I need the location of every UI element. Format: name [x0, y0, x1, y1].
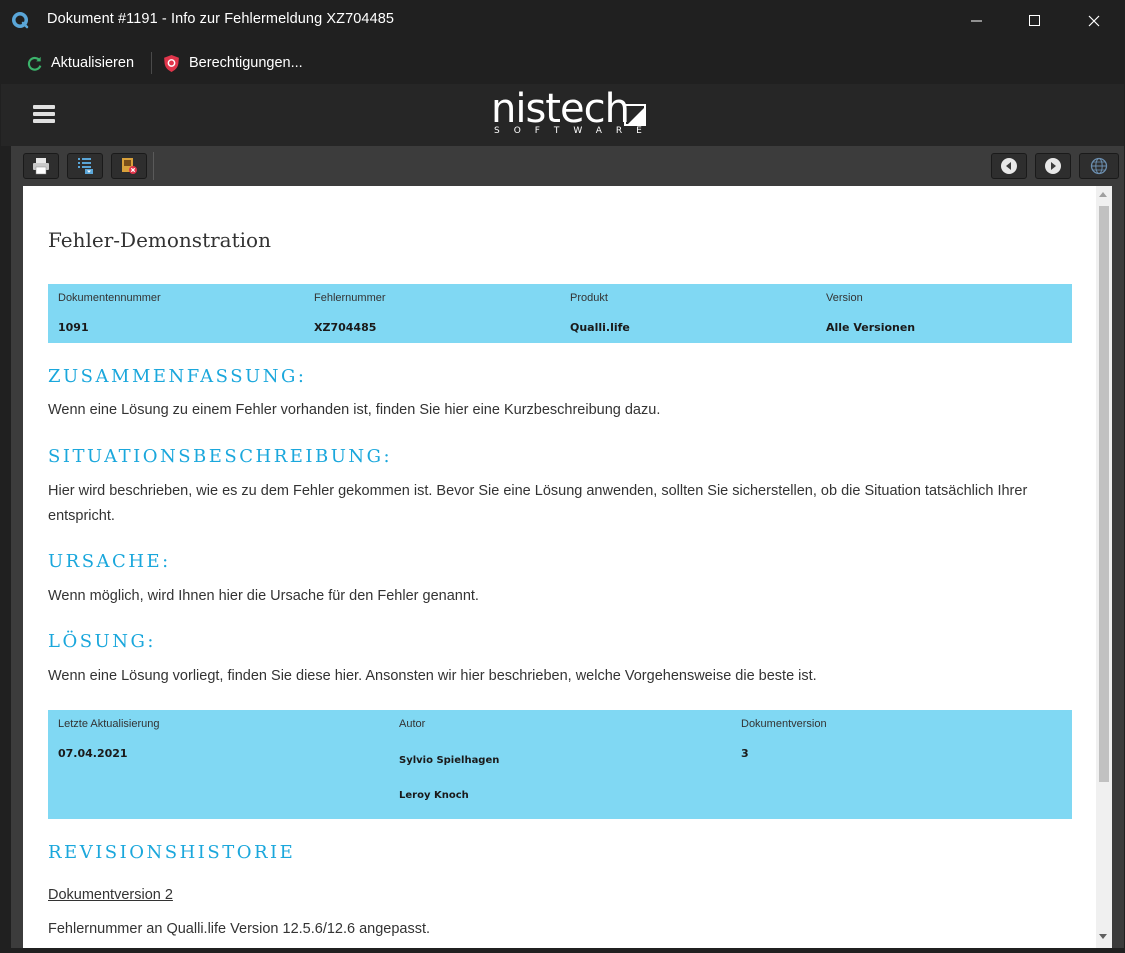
maximize-button[interactable] — [1006, 0, 1064, 42]
logo-square-icon — [624, 104, 646, 126]
docversion-cell: Dokumentversion — [741, 718, 827, 730]
toolbar-separator — [153, 152, 154, 180]
document-title: Fehler-Demonstration — [48, 228, 271, 252]
version-label: Version — [826, 292, 863, 304]
author-2: Leroy Knoch — [399, 790, 469, 801]
list-dropdown-icon — [78, 158, 93, 174]
app-header: nistech SOFTWARE — [1, 84, 1124, 146]
doc-number-value-cell: 1091 — [58, 321, 89, 334]
author-label: Autor — [399, 718, 426, 730]
document-info-box: Dokumentennummer 1091 Fehlernummer XZ704… — [48, 284, 1072, 343]
title-bar: Dokument #1191 - Info zur Fehlermeldung … — [0, 0, 1125, 42]
close-button[interactable] — [1065, 0, 1123, 42]
author-cell: Autor — [399, 718, 425, 730]
logo-subtitle: SOFTWARE — [494, 126, 656, 136]
scroll-up-icon[interactable] — [1099, 192, 1107, 197]
version-value-cell: Alle Versionen — [826, 321, 915, 334]
refresh-button[interactable]: Aktualisieren — [26, 50, 134, 76]
cause-heading: URSACHE: — [48, 551, 171, 572]
menu-icon[interactable] — [33, 105, 55, 123]
error-number-label: Fehlernummer — [314, 292, 386, 304]
solution-text: Wenn eine Lösung vorliegt, finden Sie di… — [48, 668, 817, 684]
error-number-cell: Fehlernummer — [314, 292, 386, 304]
docversion-label: Dokumentversion — [741, 718, 827, 730]
minimize-icon — [971, 20, 982, 22]
window-title: Dokument #1191 - Info zur Fehlermeldung … — [47, 11, 395, 27]
version-value: Alle Versionen — [826, 321, 916, 334]
logo: nistech SOFTWARE — [491, 86, 651, 144]
revision-info-box: Letzte Aktualisierung 07.04.2021 Autor S… — [48, 710, 1072, 819]
product-label: Produkt — [570, 292, 608, 304]
shield-icon — [164, 54, 179, 72]
close-document-button[interactable] — [111, 153, 147, 179]
revision-version-link[interactable]: Dokumentversion 2 — [48, 883, 173, 908]
doc-number-cell: Dokumentennummer — [58, 292, 161, 304]
forward-icon — [1045, 158, 1061, 174]
solution-heading: LÖSUNG: — [48, 631, 156, 652]
close-document-icon — [122, 158, 137, 174]
author-1-cell: Sylvio Spielhagen — [399, 755, 499, 766]
situation-text: Hier wird beschrieben, wie es zu dem Feh… — [48, 483, 1028, 524]
scroll-down-icon[interactable] — [1099, 934, 1107, 939]
forward-button[interactable] — [1035, 153, 1071, 179]
minimize-button[interactable] — [948, 0, 1006, 42]
command-separator — [151, 52, 152, 74]
document-view[interactable]: Fehler-Demonstration Dokumentennummer 10… — [23, 186, 1096, 948]
cause-text: Wenn möglich, wird Ihnen hier die Ursach… — [48, 588, 479, 604]
print-button[interactable] — [23, 153, 59, 179]
summary-heading: ZUSAMMENFASSUNG: — [48, 366, 307, 387]
permissions-button[interactable]: Berechtigungen... — [162, 50, 303, 76]
maximize-icon — [1029, 15, 1040, 26]
revision-heading: REVISIONSHISTORIE — [48, 842, 296, 863]
back-icon — [1001, 158, 1017, 174]
vertical-scrollbar[interactable] — [1096, 186, 1112, 948]
permissions-label: Berechtigungen... — [189, 55, 303, 71]
updated-cell: Letzte Aktualisierung — [58, 718, 160, 730]
refresh-icon — [27, 56, 42, 71]
list-button[interactable] — [67, 153, 103, 179]
product-value-cell: Qualli.life — [570, 321, 630, 334]
print-icon — [33, 158, 49, 175]
updated-value-cell: 07.04.2021 — [58, 747, 128, 760]
doc-number-value: 1091 — [58, 321, 89, 334]
summary-text: Wenn eine Lösung zu einem Fehler vorhand… — [48, 402, 661, 418]
updated-value: 07.04.2021 — [58, 747, 128, 760]
author-2-cell: Leroy Knoch — [399, 790, 469, 801]
document-frame: Fehler-Demonstration Dokumentennummer 10… — [11, 186, 1124, 948]
doc-number-label: Dokumentennummer — [58, 292, 161, 304]
revision-note: Fehlernummer an Qualli.life Version 12.5… — [48, 921, 431, 937]
product-cell: Produkt — [570, 292, 608, 304]
back-button[interactable] — [991, 153, 1027, 179]
web-button[interactable] — [1079, 153, 1119, 179]
app-icon — [12, 12, 29, 29]
close-icon — [1088, 15, 1100, 27]
error-number-value-cell: XZ704485 — [314, 321, 376, 334]
globe-icon — [1090, 157, 1108, 175]
author-1: Sylvio Spielhagen — [399, 755, 500, 766]
product-value: Qualli.life — [570, 321, 630, 334]
docversion-value: 3 — [741, 747, 749, 760]
docversion-value-cell: 3 — [741, 747, 749, 760]
version-cell: Version — [826, 292, 863, 304]
document-toolbar — [11, 146, 1124, 186]
scroll-thumb[interactable] — [1099, 206, 1109, 782]
refresh-label: Aktualisieren — [51, 55, 135, 71]
error-number-value: XZ704485 — [314, 321, 377, 334]
updated-label: Letzte Aktualisierung — [58, 718, 160, 730]
command-bar: Aktualisieren Berechtigungen... — [0, 42, 1125, 84]
situation-heading: SITUATIONSBESCHREIBUNG: — [48, 446, 393, 467]
